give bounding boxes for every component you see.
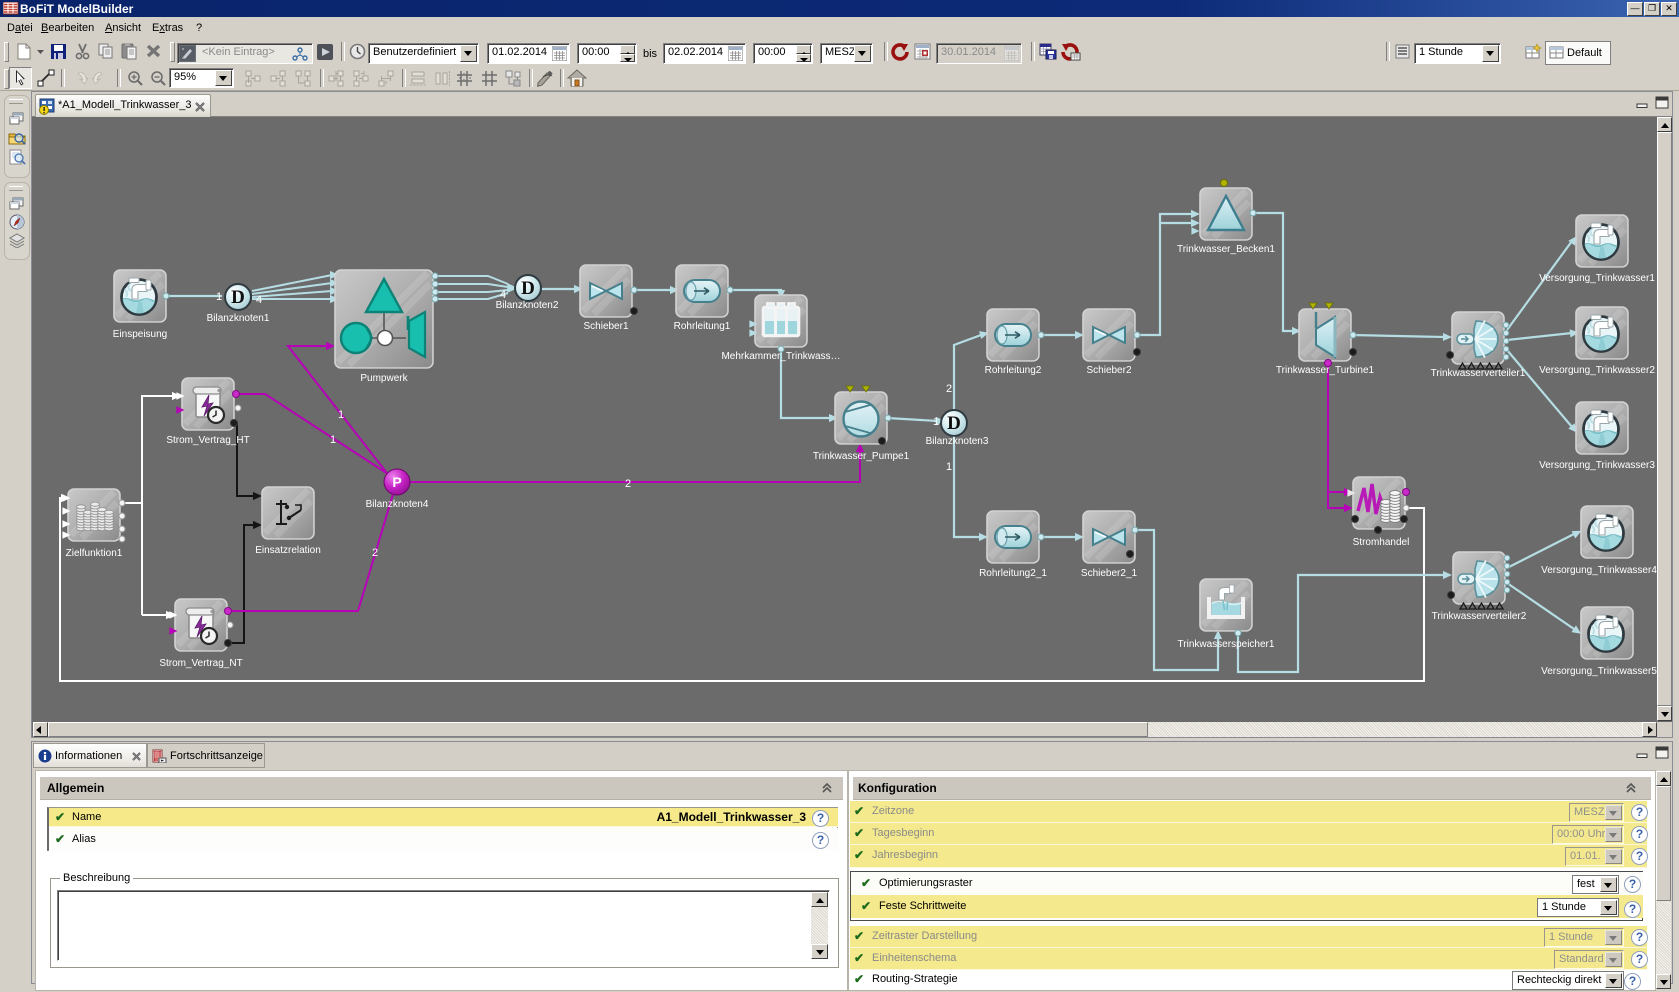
svg-text:1: 1 [330, 434, 336, 446]
svg-text:Stromhandel: Stromhandel [1353, 537, 1410, 548]
svg-text:Versorgung_Trinkwasser4: Versorgung_Trinkwasser4 [1541, 565, 1657, 576]
svg-text:D: D [231, 287, 245, 308]
svg-text:1: 1 [946, 461, 952, 473]
svg-text:Trinkwasser_Turbine1: Trinkwasser_Turbine1 [1276, 365, 1375, 376]
svg-text:Bilanzknoten3: Bilanzknoten3 [926, 436, 989, 447]
svg-text:Zielfunktion1: Zielfunktion1 [66, 548, 123, 559]
svg-text:Trinkwasser_Pumpe1: Trinkwasser_Pumpe1 [813, 451, 910, 462]
svg-text:Versorgung_Trinkwasser5: Versorgung_Trinkwasser5 [1541, 666, 1657, 677]
svg-text:Versorgung_Trinkwasser1: Versorgung_Trinkwasser1 [1539, 273, 1655, 284]
svg-text:P: P [392, 474, 401, 490]
svg-text:Rohrleitung2_1: Rohrleitung2_1 [979, 568, 1047, 579]
svg-text:Strom_Vertrag_NT: Strom_Vertrag_NT [159, 658, 242, 669]
svg-text:D: D [947, 413, 961, 434]
svg-text:Versorgung_Trinkwasser3: Versorgung_Trinkwasser3 [1539, 460, 1655, 471]
svg-text:2: 2 [372, 547, 378, 559]
svg-text:Mehrkammer_Trinkwass…: Mehrkammer_Trinkwass… [721, 351, 840, 362]
svg-text:Trinkwasser_Becken1: Trinkwasser_Becken1 [1177, 244, 1275, 255]
svg-text:Trinkwasserverteiler2: Trinkwasserverteiler2 [1432, 611, 1527, 622]
svg-text:Strom_Vertrag_HT: Strom_Vertrag_HT [166, 435, 249, 446]
svg-text:Rohrleitung2: Rohrleitung2 [985, 365, 1042, 376]
svg-text:Pumpwerk: Pumpwerk [360, 373, 408, 384]
svg-text:Bilanzknoten4: Bilanzknoten4 [366, 499, 429, 510]
svg-text:Bilanzknoten2: Bilanzknoten2 [496, 300, 559, 311]
svg-text:Versorgung_Trinkwasser2: Versorgung_Trinkwasser2 [1539, 365, 1655, 376]
svg-text:2: 2 [625, 478, 631, 490]
svg-text:1: 1 [216, 291, 222, 303]
svg-text:D: D [521, 278, 535, 299]
svg-text:4: 4 [256, 294, 262, 306]
svg-text:Einspeisung: Einspeisung [113, 329, 167, 340]
svg-text:Schieber2_1: Schieber2_1 [1081, 568, 1138, 579]
svg-text:Trinkwasserspeicher1: Trinkwasserspeicher1 [1178, 639, 1275, 650]
svg-text:Rohrleitung1: Rohrleitung1 [674, 321, 731, 332]
svg-text:Schieber2: Schieber2 [1086, 365, 1131, 376]
svg-text:Schieber1: Schieber1 [583, 321, 628, 332]
svg-text:Einsatzrelation: Einsatzrelation [255, 545, 321, 556]
svg-text:Bilanzknoten1: Bilanzknoten1 [207, 313, 270, 324]
svg-text:1: 1 [338, 409, 344, 421]
svg-text:1: 1 [933, 416, 939, 428]
svg-text:2: 2 [946, 383, 952, 395]
